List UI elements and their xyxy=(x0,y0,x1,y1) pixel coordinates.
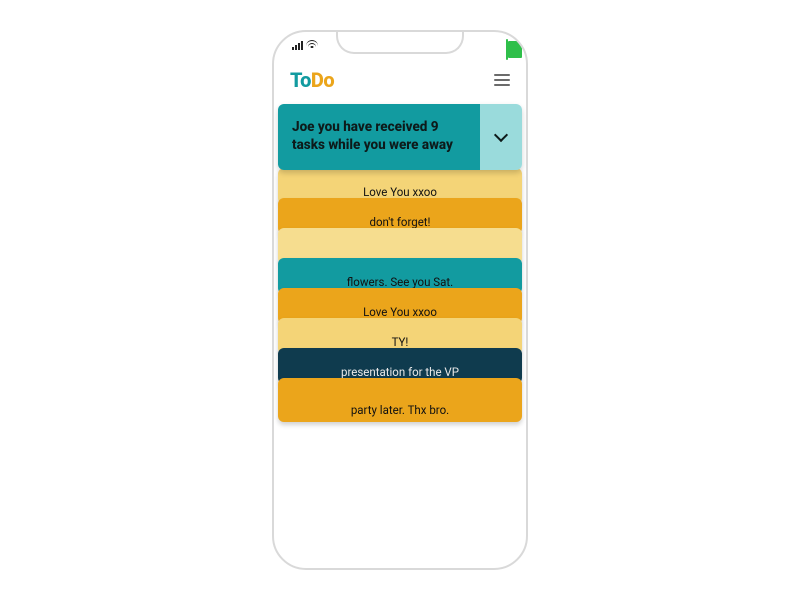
task-card[interactable]: party later. Thx bro. xyxy=(278,378,522,422)
signal-icon xyxy=(292,41,303,50)
task-snippet: presentation for the VP xyxy=(341,365,459,379)
app-screen: ToDo Joe you have received 9 tasks while… xyxy=(274,32,526,568)
app-header: ToDo xyxy=(274,58,526,98)
app-logo: ToDo xyxy=(290,68,334,92)
task-snippet: party later. Thx bro. xyxy=(351,403,449,417)
chevron-down-icon xyxy=(494,128,508,142)
phone-notch xyxy=(336,30,464,54)
task-snippet: don't forget! xyxy=(369,215,430,229)
task-snippet: TY! xyxy=(392,335,409,349)
task-snippet: Love You xxoo xyxy=(363,185,437,199)
status-bar-right xyxy=(506,40,508,59)
phone-frame: ToDo Joe you have received 9 tasks while… xyxy=(272,30,528,570)
notification-banner: Joe you have received 9 tasks while you … xyxy=(274,98,526,170)
menu-button[interactable] xyxy=(494,74,510,86)
status-bar-left xyxy=(292,40,318,50)
task-snippet: flowers. See you Sat. xyxy=(347,275,453,289)
battery-icon xyxy=(506,39,508,60)
logo-to: To xyxy=(290,68,311,92)
notification-text: Joe you have received 9 tasks while you … xyxy=(278,104,480,170)
task-stack: Love You xxoo don't forget! flowers. See y… xyxy=(274,168,526,422)
expand-button[interactable] xyxy=(480,104,522,170)
task-snippet: Love You xxoo xyxy=(363,305,437,319)
wifi-icon xyxy=(306,40,318,50)
logo-do: Do xyxy=(311,68,334,92)
